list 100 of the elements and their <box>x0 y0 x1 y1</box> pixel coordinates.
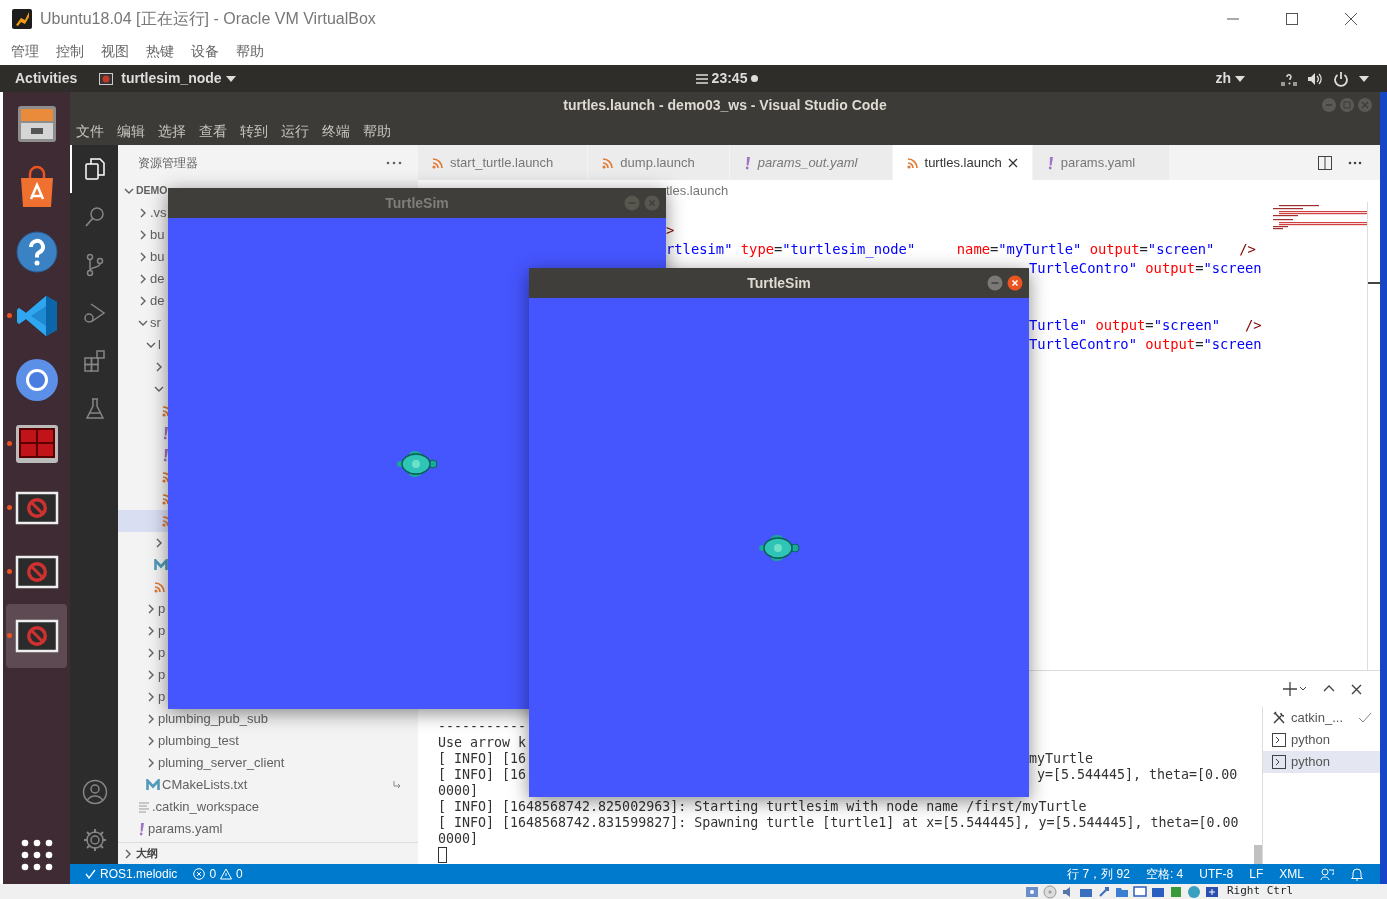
terminal-icon <box>1272 755 1286 769</box>
tree-item[interactable]: de <box>118 290 168 312</box>
exclamation-icon <box>743 155 752 170</box>
close-icon[interactable] <box>1344 12 1358 26</box>
add-terminal-icon[interactable] <box>1283 682 1307 696</box>
exclamation-icon <box>162 426 168 440</box>
code-line: rtlesim" type="turtlesim_node" name="myTurtle" output="screen" /> <box>666 240 1257 259</box>
status-item[interactable]: LF <box>1249 865 1264 883</box>
menu-item[interactable]: 热键 <box>146 41 174 62</box>
app-menu[interactable]: turtlesim_node <box>99 68 236 89</box>
activities-button[interactable]: Activities <box>15 68 78 89</box>
status-item[interactable]: 行 7，列 92 <box>1067 865 1130 883</box>
menu-item[interactable]: 文件 <box>76 121 104 142</box>
tree-item[interactable]: bu <box>118 246 168 268</box>
tree-item[interactable]: l <box>118 334 168 356</box>
browser-icon[interactable] <box>13 357 60 403</box>
maximize-icon[interactable] <box>1285 12 1299 26</box>
terminal-session-item[interactable]: catkin_... <box>1263 707 1380 729</box>
error-icon <box>193 868 206 880</box>
split-editor-icon[interactable] <box>1318 155 1332 170</box>
tree-item[interactable]: p <box>118 642 168 664</box>
caret-icon <box>1235 75 1245 82</box>
tree-item[interactable]: de <box>118 268 168 290</box>
tree-item[interactable]: CMakeLists.txt <box>118 774 418 796</box>
terminal-session-item[interactable]: python <box>1263 751 1380 773</box>
input-method-menu[interactable]: zh <box>1215 68 1245 89</box>
editor-tab[interactable]: params.yaml <box>1032 145 1171 180</box>
tree-item[interactable]: .catkin_workspace <box>118 796 418 818</box>
tree-item[interactable]: sr <box>118 312 168 334</box>
tree-item[interactable]: plumbing_test <box>118 730 418 752</box>
cpu-icon <box>1169 884 1183 899</box>
exclamation-icon <box>138 822 146 836</box>
dot-icon <box>751 75 759 82</box>
menu-item[interactable]: 管理 <box>11 41 39 62</box>
m-mark-icon <box>146 779 160 791</box>
menu-item[interactable]: 转到 <box>240 121 268 142</box>
menu-item[interactable]: 帮助 <box>236 41 264 62</box>
tree-item[interactable]: DEMO <box>118 180 168 202</box>
tree-item[interactable]: p <box>118 620 168 642</box>
menu-item[interactable]: 设备 <box>191 41 219 62</box>
tree-item[interactable] <box>118 510 168 532</box>
dock-item[interactable] <box>6 604 67 668</box>
terminal-line: 0000] <box>438 783 479 798</box>
menu-item[interactable]: 查看 <box>199 121 227 142</box>
more-icon[interactable] <box>1348 160 1362 165</box>
optical-disc-icon <box>1043 884 1057 899</box>
run-debug-icon[interactable] <box>83 301 107 325</box>
search-icon[interactable] <box>83 205 107 229</box>
help-icon[interactable] <box>13 229 60 275</box>
scroll-thumb-icon <box>1254 845 1262 864</box>
close-icon[interactable] <box>1007 157 1018 168</box>
close-icon[interactable] <box>1351 683 1362 695</box>
status-item[interactable]: 空格: 4 <box>1145 865 1184 883</box>
terminal-line: [ INFO] [16 <box>438 751 528 767</box>
close-icon[interactable] <box>1007 275 1023 291</box>
menu-item[interactable]: 选择 <box>158 121 186 142</box>
tree-item[interactable]: params.yaml <box>118 818 418 840</box>
remote-status[interactable]: ROS1.melodic <box>85 865 178 883</box>
problems-status[interactable]: 0 0 <box>193 865 243 883</box>
feedback-icon[interactable] <box>1320 867 1334 881</box>
keyboard-icon <box>1205 884 1219 899</box>
editor-tab[interactable]: params_out.yaml <box>729 145 893 180</box>
editor-tab[interactable]: turtles.launch <box>892 145 1033 180</box>
tree-item[interactable]: pluming_server_client <box>118 752 418 774</box>
menu-item[interactable]: 帮助 <box>363 121 391 142</box>
menu-item[interactable]: 编辑 <box>117 121 145 142</box>
menu-item[interactable]: 终端 <box>322 121 350 142</box>
code-line: > <box>666 221 676 240</box>
tree-item[interactable]: p <box>118 664 168 686</box>
rss-icon <box>602 156 615 169</box>
exclamation-icon <box>1046 155 1055 170</box>
settings-icon[interactable] <box>82 827 108 853</box>
caret-icon <box>225 75 236 82</box>
menu-item[interactable]: 运行 <box>281 121 309 142</box>
files-icon[interactable] <box>83 157 107 181</box>
app-grid-icon[interactable] <box>20 839 53 871</box>
check-icon <box>85 869 96 879</box>
notification-icon <box>695 73 708 84</box>
display-icon <box>1133 884 1147 899</box>
status-item[interactable]: UTF-8 <box>1199 865 1234 883</box>
tree-item[interactable]: plumbing_pub_sub <box>118 708 418 730</box>
account-icon[interactable] <box>82 779 108 805</box>
flask-icon[interactable] <box>83 397 107 421</box>
tree-item[interactable]: p <box>118 598 168 620</box>
mouse-icon <box>1187 884 1201 899</box>
more-icon[interactable] <box>386 160 402 165</box>
tree-item[interactable]: bu <box>118 224 168 246</box>
bell-icon[interactable] <box>1350 867 1364 881</box>
menu-item[interactable]: 控制 <box>56 41 84 62</box>
editor-tab[interactable]: dump.launch <box>588 145 730 180</box>
tree-item[interactable]: .vs <box>118 202 168 224</box>
clock[interactable]: 23:45 <box>711 68 748 89</box>
editor-tab[interactable]: start_turtle.launch <box>418 145 589 180</box>
breadcrumb[interactable]: tles.launch <box>666 181 729 201</box>
menu-item[interactable]: 视图 <box>101 41 129 62</box>
terminal-session-item[interactable]: python <box>1263 729 1380 751</box>
extensions-icon[interactable] <box>83 349 107 373</box>
status-item[interactable]: XML <box>1279 865 1304 883</box>
terminal-line: 0000] <box>438 831 479 846</box>
tree-item[interactable]: p <box>118 686 168 708</box>
